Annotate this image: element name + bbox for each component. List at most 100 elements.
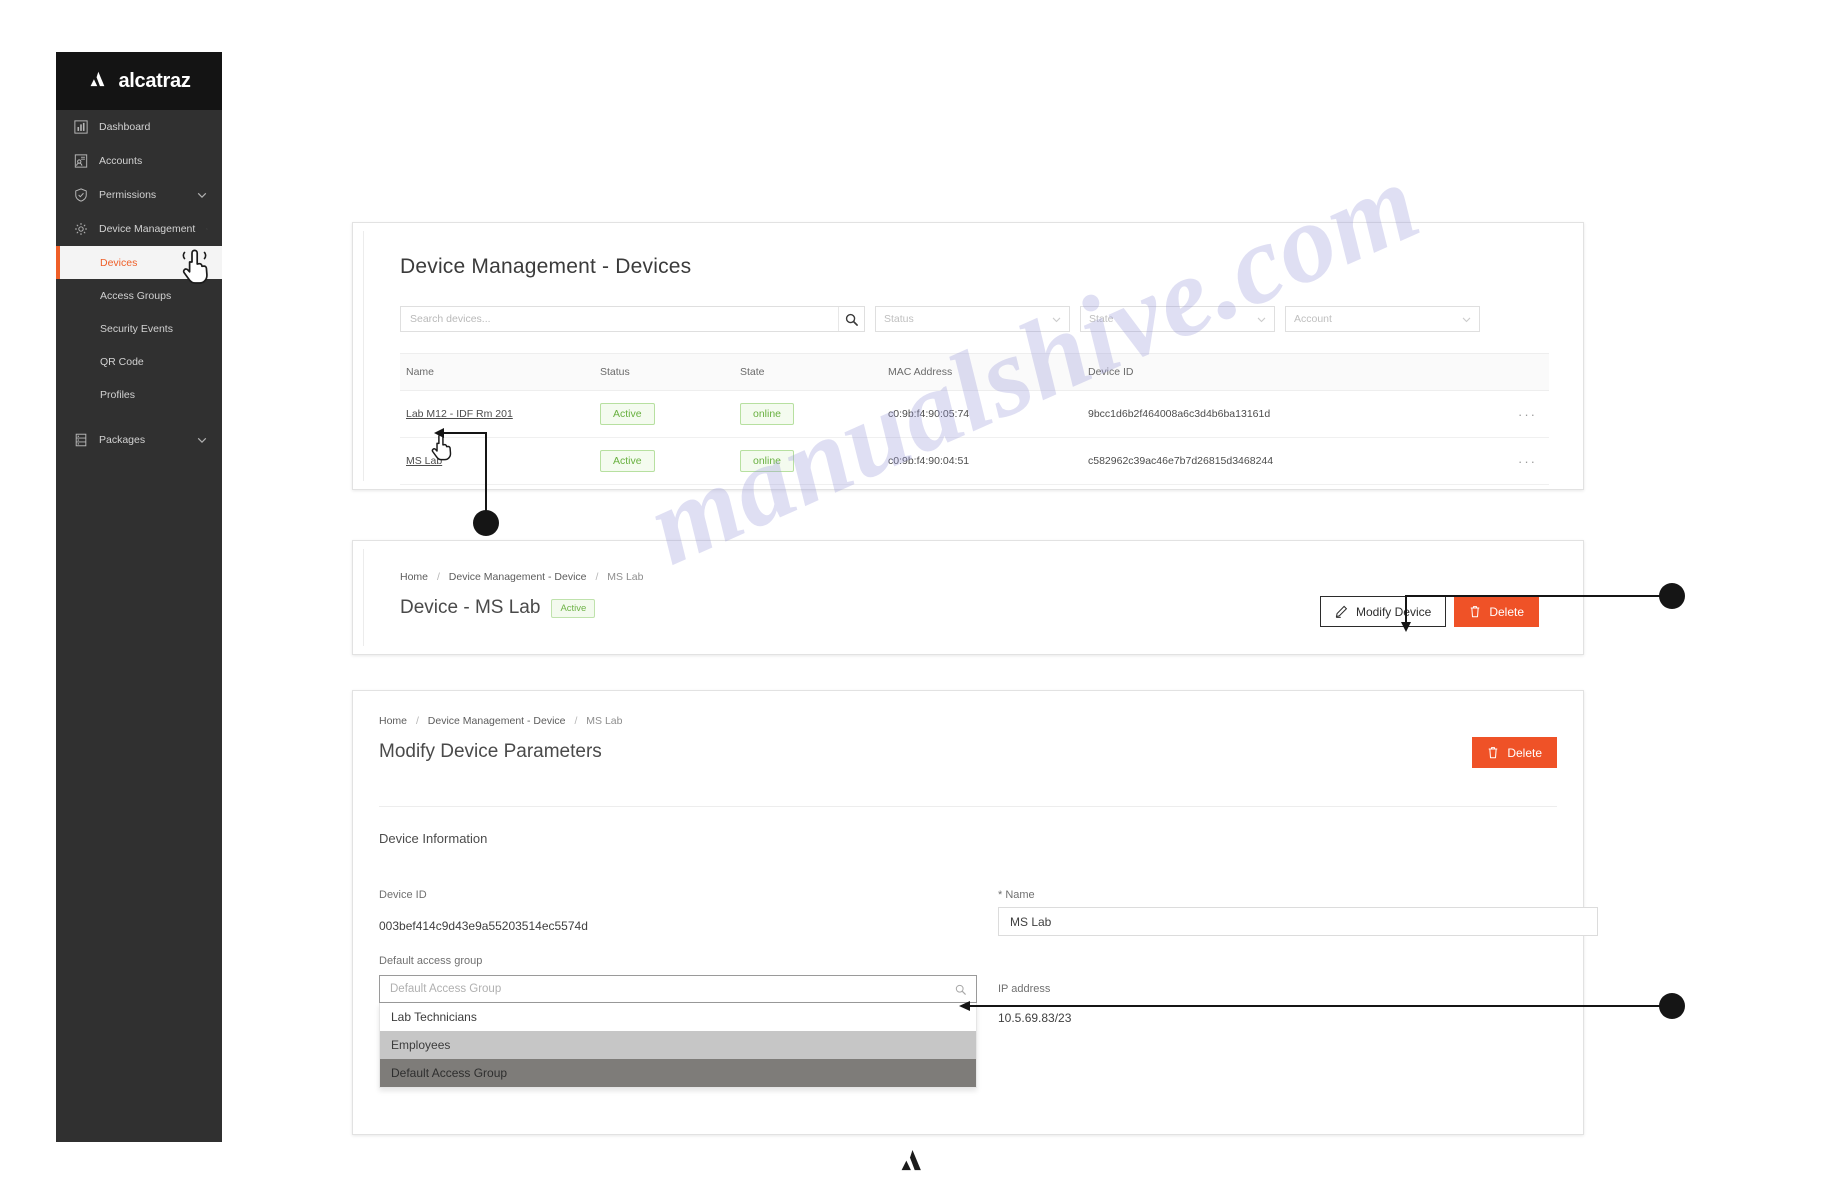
column-header-state: State bbox=[740, 366, 765, 378]
search-icon bbox=[955, 984, 966, 995]
search-button[interactable] bbox=[838, 307, 864, 331]
sidebar-item-device-management[interactable]: Device Management bbox=[56, 212, 222, 246]
status-badge: Active bbox=[600, 403, 655, 425]
state-filter-placeholder: State bbox=[1089, 313, 1114, 325]
chevron-down-icon bbox=[1462, 317, 1471, 323]
state-badge: online bbox=[740, 403, 795, 425]
status-badge: Active bbox=[600, 450, 655, 472]
search-icon bbox=[845, 313, 858, 326]
column-header-status: Status bbox=[600, 366, 630, 378]
sidebar-item-security-events[interactable]: Security Events bbox=[56, 312, 222, 345]
sidebar-item-label: Security Events bbox=[100, 322, 173, 335]
default-access-group-select[interactable]: Default Access Group bbox=[379, 975, 977, 1003]
gear-icon bbox=[75, 223, 87, 235]
sidebar-divider-gap bbox=[56, 411, 222, 423]
column-header-device-id: Device ID bbox=[1088, 366, 1134, 378]
account-filter-placeholder: Account bbox=[1294, 313, 1332, 325]
account-filter-select[interactable]: Account bbox=[1285, 306, 1480, 332]
chevron-down-icon bbox=[1257, 317, 1266, 323]
devices-filter-row: Status State Account bbox=[400, 306, 1480, 332]
chevron-down-icon bbox=[197, 437, 207, 444]
breadcrumb: Home / Device Management - Device / MS L… bbox=[379, 715, 622, 727]
column-header-name: Name bbox=[406, 366, 435, 378]
breadcrumb-current: MS Lab bbox=[586, 715, 623, 727]
sidebar-item-label: Packages bbox=[99, 434, 146, 446]
breadcrumb-separator: / bbox=[436, 571, 440, 583]
page-title: Device Management - Devices bbox=[400, 255, 692, 278]
name-input[interactable] bbox=[998, 907, 1598, 936]
device-name-link[interactable]: Lab M12 - IDF Rm 201 bbox=[406, 408, 513, 420]
status-filter-placeholder: Status bbox=[884, 313, 914, 325]
state-filter-select[interactable]: State bbox=[1080, 306, 1275, 332]
annotation-arrow-modify-device bbox=[1401, 595, 1672, 632]
server-stack-icon bbox=[75, 433, 87, 447]
devices-table: Name Status State MAC Address Device ID … bbox=[400, 353, 1549, 485]
device-header-panel-inner: Home / Device Management - Device / MS L… bbox=[363, 549, 1575, 646]
breadcrumb-home[interactable]: Home bbox=[400, 571, 428, 583]
row-actions-menu-icon[interactable]: ··· bbox=[1518, 454, 1537, 469]
page-title: Modify Device Parameters bbox=[379, 741, 602, 762]
breadcrumb-separator: / bbox=[574, 715, 578, 727]
breadcrumb-separator: / bbox=[595, 571, 599, 583]
breadcrumb-current: MS Lab bbox=[607, 571, 644, 583]
sidebar-item-devices[interactable]: Devices bbox=[56, 246, 222, 279]
breadcrumb: Home / Device Management - Device / MS L… bbox=[400, 571, 643, 583]
sidebar-item-label: QR Code bbox=[100, 355, 144, 368]
account-id-icon bbox=[74, 154, 88, 168]
device-title-row: Device - MS Lab Active bbox=[400, 597, 596, 619]
sidebar-item-packages[interactable]: Packages bbox=[56, 423, 222, 457]
breadcrumb-home[interactable]: Home bbox=[379, 715, 407, 727]
status-badge: Active bbox=[551, 598, 596, 618]
sidebar-item-dashboard[interactable]: Dashboard bbox=[56, 110, 222, 144]
breadcrumb-section[interactable]: Device Management - Device bbox=[428, 715, 566, 727]
breadcrumb-section[interactable]: Device Management - Device bbox=[449, 571, 587, 583]
sidebar-item-permissions[interactable]: Permissions bbox=[56, 178, 222, 212]
state-badge: online bbox=[740, 450, 795, 472]
search-input[interactable] bbox=[401, 307, 838, 331]
chevron-down-icon bbox=[1052, 317, 1061, 323]
device-id-label: Device ID bbox=[379, 889, 427, 901]
annotation-dot-1 bbox=[473, 510, 499, 536]
sidebar-item-label: Permissions bbox=[99, 189, 157, 201]
table-row[interactable]: MS Lab Active online c0:9b:f4:90:04:51 c… bbox=[400, 438, 1549, 485]
devices-panel-inner: Device Management - Devices Status bbox=[363, 231, 1575, 485]
table-row[interactable]: Lab M12 - IDF Rm 201 Active online c0:9b… bbox=[400, 391, 1549, 438]
device-id-cell: c582962c39ac46e7b7d26815d3468244 bbox=[1088, 455, 1274, 467]
mac-address-cell: c0:9b:f4:90:04:51 bbox=[888, 455, 970, 467]
mac-address-cell: c0:9b:f4:90:05:74 bbox=[888, 408, 970, 420]
dropdown-option-default-access-group[interactable]: Default Access Group bbox=[380, 1059, 976, 1087]
sidebar-item-accounts[interactable]: Accounts bbox=[56, 144, 222, 178]
dropdown-option-employees[interactable]: Employees bbox=[380, 1031, 976, 1059]
annotation-arrow-access-group bbox=[959, 1001, 1677, 1011]
column-header-mac: MAC Address bbox=[888, 366, 953, 378]
status-filter-select[interactable]: Status bbox=[875, 306, 1070, 332]
shield-check-icon bbox=[75, 188, 87, 202]
sidebar-item-qr-code[interactable]: QR Code bbox=[56, 345, 222, 378]
sidebar-item-label: Access Groups bbox=[100, 289, 172, 302]
section-divider bbox=[379, 806, 1557, 807]
brand-name: alcatraz bbox=[118, 69, 191, 92]
page-title: Device - MS Lab bbox=[400, 597, 541, 618]
delete-button[interactable]: Delete bbox=[1472, 737, 1557, 768]
row-actions-menu-icon[interactable]: ··· bbox=[1518, 407, 1537, 422]
chevron-up-icon bbox=[206, 228, 208, 230]
sidebar-item-profiles[interactable]: Profiles bbox=[56, 378, 222, 411]
default-access-group-placeholder: Default Access Group bbox=[390, 983, 502, 995]
pencil-icon bbox=[1335, 605, 1348, 618]
trash-icon bbox=[1489, 747, 1498, 759]
sidebar-item-label: Device Management bbox=[99, 223, 196, 235]
dropdown-option-lab-technicians[interactable]: Lab Technicians bbox=[380, 1003, 976, 1031]
table-header-row: Name Status State MAC Address Device ID bbox=[400, 353, 1549, 391]
device-id-cell: 9bcc1d6b2f464008a6c3d4b6ba13161d bbox=[1088, 408, 1271, 420]
default-access-group-dropdown: Lab Technicians Employees Default Access… bbox=[379, 1003, 977, 1088]
annotation-dot-3 bbox=[1659, 993, 1685, 1019]
name-label: * Name bbox=[998, 889, 1035, 901]
section-title: Device Information bbox=[379, 831, 488, 846]
default-access-group-label: Default access group bbox=[379, 955, 483, 967]
chart-bar-icon bbox=[74, 120, 88, 134]
sidebar-item-label: Profiles bbox=[100, 388, 136, 401]
sidebar-item-access-groups[interactable]: Access Groups bbox=[56, 279, 222, 312]
devices-panel: Device Management - Devices Status bbox=[352, 222, 1584, 490]
sidebar-item-label: Dashboard bbox=[99, 121, 151, 133]
breadcrumb-separator: / bbox=[415, 715, 419, 727]
